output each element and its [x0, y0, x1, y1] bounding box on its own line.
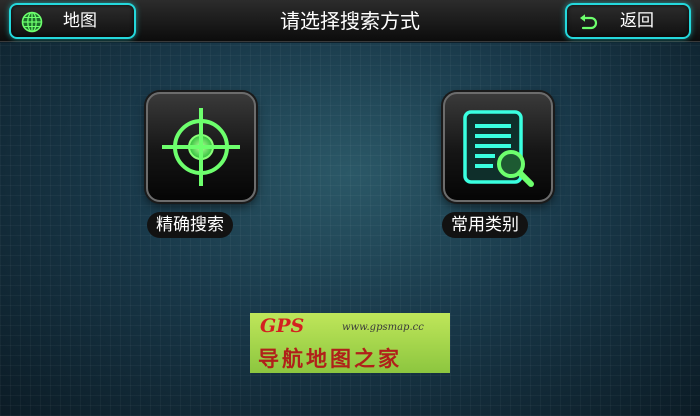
map-button[interactable]: 地图 — [9, 3, 136, 39]
back-button-label: 返回 — [620, 11, 654, 31]
crosshair-icon — [162, 108, 240, 186]
watermark: GPS www.gpsmap.cc 导航地图之家 — [250, 313, 450, 373]
globe-icon — [21, 11, 43, 33]
list-search-icon — [463, 110, 534, 187]
common-category-label[interactable]: 常用类别 — [442, 212, 528, 238]
header-bar: 地图 请选择搜索方式 返回 — [0, 0, 700, 42]
watermark-url: www.gpsmap.cc — [342, 322, 424, 333]
watermark-text: 导航地图之家 — [258, 346, 402, 371]
watermark-brand: GPS — [260, 315, 305, 337]
back-button[interactable]: 返回 — [565, 3, 691, 39]
precise-search-button[interactable] — [146, 92, 256, 202]
return-arrow-icon — [580, 14, 598, 30]
common-category-button[interactable] — [443, 92, 553, 202]
precise-search-label[interactable]: 精确搜索 — [147, 212, 233, 238]
map-button-label: 地图 — [63, 11, 97, 31]
